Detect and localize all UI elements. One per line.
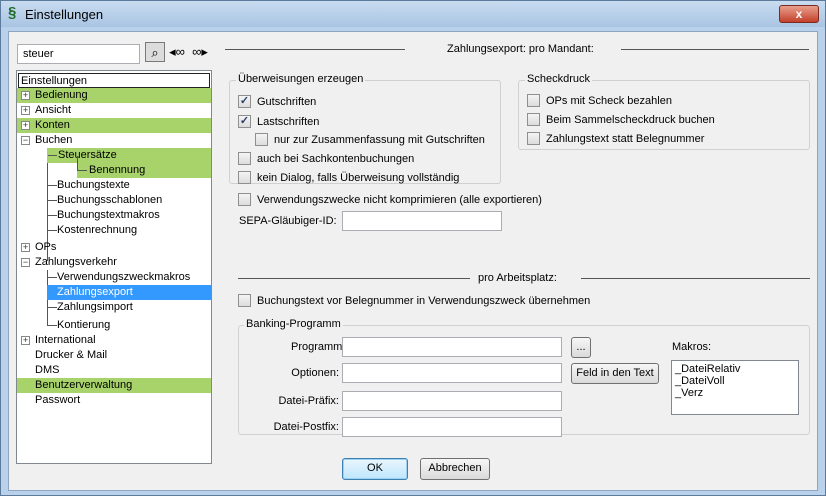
feld-in-den-text-button[interactable]: Feld in den Text — [571, 363, 659, 384]
programm-input[interactable] — [342, 337, 562, 357]
tree-item-verwendungszweckmakros[interactable]: Verwendungszweckmakros — [57, 270, 211, 285]
separator — [238, 278, 470, 279]
close-button[interactable]: x — [779, 5, 819, 23]
makros-list[interactable]: _DateiRelativ _DateiVoll _Verz — [671, 360, 799, 415]
tree-root[interactable]: Einstellungen — [18, 73, 210, 88]
tree-item-buchungsschablonen[interactable]: Buchungsschablonen — [57, 193, 207, 208]
tree-line — [48, 325, 57, 326]
checkbox-box[interactable]: ✓ — [238, 95, 251, 108]
expand-icon[interactable]: + — [21, 91, 30, 100]
separator — [225, 49, 405, 50]
list-item[interactable]: _DateiVoll — [675, 375, 795, 387]
datei-praefix-input[interactable] — [342, 391, 562, 411]
tree-item-ops[interactable]: + OPs — [17, 240, 211, 255]
checkbox-box[interactable] — [255, 133, 268, 146]
expand-icon[interactable]: + — [21, 121, 30, 130]
app-icon: § — [8, 4, 17, 21]
title-bar[interactable]: § Einstellungen x — [1, 1, 825, 27]
tree-item-buchungstexte[interactable]: Buchungstexte — [57, 178, 207, 193]
separator — [581, 278, 810, 279]
tree-line — [48, 307, 57, 308]
optionen-input[interactable] — [342, 363, 562, 383]
sepa-glaeubiger-id-input[interactable] — [342, 211, 502, 231]
list-item[interactable]: _DateiRelativ — [675, 363, 795, 375]
tree-item-kostenrechnung[interactable]: Kostenrechnung — [57, 223, 207, 238]
tree-line — [48, 155, 57, 156]
checkbox-box[interactable] — [238, 193, 251, 206]
tree-item-passwort[interactable]: Passwort — [35, 393, 205, 408]
group-label-scheckdruck: Scheckdruck — [525, 73, 592, 85]
tree-item-konten[interactable]: + Konten — [17, 118, 211, 133]
tree-line — [48, 185, 57, 186]
find-next-icon[interactable]: ∞▸ — [190, 42, 210, 62]
checkbox-box[interactable] — [238, 294, 251, 307]
checkbox-box[interactable] — [527, 113, 540, 126]
window-title: Einstellungen — [25, 7, 104, 22]
tree-line — [48, 230, 57, 231]
collapse-icon[interactable]: − — [21, 136, 30, 145]
list-item[interactable]: _Verz — [675, 387, 795, 399]
tree-line — [48, 215, 57, 216]
tree-item-kontierung[interactable]: Kontierung — [57, 318, 207, 333]
dialog-body: steuer ⌕ ◂∞ ∞▸ Einstellungen + Bedienung… — [8, 31, 818, 491]
section-title-mandant: Zahlungsexport: pro Mandant: — [447, 43, 594, 55]
tree-item-zahlungsimport[interactable]: Zahlungsimport — [57, 300, 207, 315]
tree-line — [48, 200, 57, 201]
programm-label: Programm: — [291, 341, 346, 353]
optionen-label: Optionen: — [291, 367, 339, 379]
ok-button[interactable]: OK — [342, 458, 408, 480]
browse-button[interactable]: ... — [571, 337, 591, 358]
find-prev-icon[interactable]: ◂∞ — [167, 42, 187, 62]
tree-line — [77, 156, 78, 171]
checkbox-box[interactable] — [527, 132, 540, 145]
tree-item-drucker-mail[interactable]: Drucker & Mail — [35, 348, 205, 363]
datei-postfix-label: Datei-Postfix: — [273, 421, 339, 433]
checkbox-box[interactable] — [527, 94, 540, 107]
settings-tree[interactable]: Einstellungen + Bedienung + Ansicht + Ko… — [16, 70, 212, 464]
tree-item-benennung[interactable]: Benennung — [77, 163, 211, 178]
tree-item-steuersaetze[interactable]: Steuersätze — [47, 148, 211, 163]
binoculars-icon[interactable]: ⌕ — [145, 42, 165, 62]
tree-item-bedienung[interactable]: + Bedienung — [17, 88, 211, 103]
tree-item-benutzerverwaltung[interactable]: Benutzerverwaltung — [17, 378, 211, 393]
group-label-ueberweisungen: Überweisungen erzeugen — [236, 73, 366, 85]
tree-item-buchen[interactable]: − Buchen — [17, 133, 211, 148]
tree-item-zahlungsexport[interactable]: Zahlungsexport — [47, 285, 211, 300]
search-input[interactable]: steuer — [17, 44, 140, 64]
makros-label: Makros: — [672, 341, 712, 353]
settings-window: § Einstellungen x steuer ⌕ ◂∞ ∞▸ Einstel… — [0, 0, 826, 496]
settings-panel: Zahlungsexport: pro Mandant: Überweisung… — [221, 40, 815, 464]
expand-icon[interactable]: + — [21, 106, 30, 115]
checkbox-box[interactable]: ✓ — [238, 115, 251, 128]
checkbox-box[interactable] — [238, 152, 251, 165]
collapse-icon[interactable]: − — [21, 258, 30, 267]
tree-item-buchungstextmakros[interactable]: Buchungstextmakros — [57, 208, 207, 223]
sepa-label: SEPA-Gläubiger-ID: — [239, 215, 337, 227]
section-title-arbeitsplatz: pro Arbeitsplatz: — [478, 272, 557, 284]
tree-item-ansicht[interactable]: + Ansicht — [17, 103, 211, 118]
expand-icon[interactable]: + — [21, 336, 30, 345]
abbrechen-button[interactable]: Abbrechen — [420, 458, 490, 480]
tree-line — [48, 277, 57, 278]
tree-item-zahlungsverkehr[interactable]: − Zahlungsverkehr — [17, 255, 211, 270]
separator — [621, 49, 809, 50]
datei-postfix-input[interactable] — [342, 417, 562, 437]
group-label-banking: Banking-Programm — [244, 318, 343, 330]
datei-praefix-label: Datei-Präfix: — [278, 395, 339, 407]
expand-icon[interactable]: + — [21, 243, 30, 252]
tree-item-dms[interactable]: DMS — [35, 363, 205, 378]
checkbox-box[interactable] — [238, 171, 251, 184]
tree-item-international[interactable]: + International — [17, 333, 211, 348]
tree-line — [77, 170, 87, 171]
